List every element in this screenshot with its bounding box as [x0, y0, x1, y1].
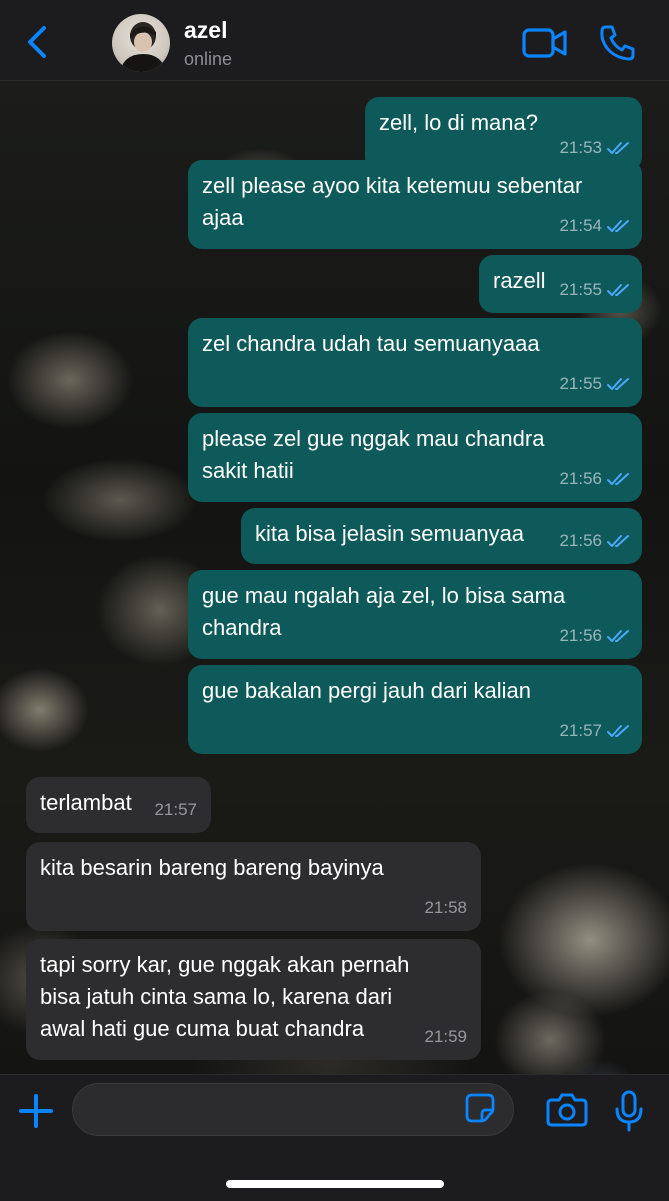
chat-header: azel online	[0, 0, 669, 81]
message-text: tapi sorry kar, gue nggak akan pernah bi…	[40, 952, 410, 1041]
attach-button[interactable]	[17, 1092, 55, 1130]
message-time: 21:57	[559, 721, 602, 740]
message-bubble-outgoing[interactable]: gue bakalan pergi jauh dari kalian 21:57	[188, 665, 642, 754]
read-receipt-icon	[607, 284, 629, 296]
back-button[interactable]	[22, 22, 54, 62]
message-time: 21:56	[559, 469, 602, 488]
plus-icon	[19, 1094, 53, 1128]
message-bubble-incoming[interactable]: terlambat 21:57	[26, 777, 211, 833]
video-camera-icon	[522, 28, 567, 58]
message-list[interactable]: zell, lo di mana? 21:53 zell please ayoo…	[0, 80, 669, 1074]
message-bubble-incoming[interactable]: kita besarin bareng bareng bayinya 21:58	[26, 842, 481, 931]
message-time: 21:55	[559, 374, 602, 393]
contact-name[interactable]: azel	[184, 17, 227, 44]
message-text: gue bakalan pergi jauh dari kalian	[202, 678, 532, 703]
camera-button[interactable]	[546, 1092, 588, 1128]
camera-icon	[546, 1093, 588, 1127]
voice-call-button[interactable]	[598, 24, 638, 62]
message-text: zel chandra udah tau semuanyaaa	[202, 331, 540, 356]
video-call-button[interactable]	[522, 26, 568, 60]
phone-icon	[600, 25, 635, 61]
message-time: 21:59	[424, 1027, 467, 1046]
read-receipt-icon	[607, 630, 629, 642]
message-bubble-outgoing[interactable]: please zel gue nggak mau chandra sakit h…	[188, 413, 642, 502]
message-time: 21:57	[154, 800, 197, 819]
message-bubble-incoming[interactable]: tapi sorry kar, gue nggak akan pernah bi…	[26, 939, 481, 1060]
read-receipt-icon	[607, 378, 629, 390]
read-receipt-icon	[607, 725, 629, 737]
message-bubble-outgoing[interactable]: gue mau ngalah aja zel, lo bisa sama cha…	[188, 570, 642, 659]
message-bubble-outgoing[interactable]: zell please ayoo kita ketemuu sebentar a…	[188, 160, 642, 249]
avatar[interactable]	[112, 14, 170, 72]
avatar-photo	[120, 22, 166, 72]
read-receipt-icon	[607, 473, 629, 485]
message-time: 21:54	[559, 216, 602, 235]
message-time: 21:56	[559, 531, 602, 550]
message-bubble-outgoing[interactable]: zel chandra udah tau semuanyaaa 21:55	[188, 318, 642, 407]
home-indicator[interactable]	[226, 1180, 444, 1188]
message-input[interactable]	[91, 1094, 465, 1128]
voice-message-button[interactable]	[614, 1089, 644, 1133]
message-input-bar	[0, 1074, 669, 1201]
read-receipt-icon	[607, 142, 629, 154]
read-receipt-icon	[607, 535, 629, 547]
chevron-left-icon	[28, 26, 46, 58]
contact-status: online	[184, 49, 233, 69]
message-time: 21:56	[559, 626, 602, 645]
message-bubble-outgoing[interactable]: razell 21:55	[479, 255, 642, 313]
microphone-icon	[615, 1090, 643, 1132]
message-field[interactable]	[72, 1083, 514, 1136]
sticker-button[interactable]	[464, 1092, 496, 1124]
message-time: 21:55	[559, 280, 602, 299]
sticker-icon	[465, 1093, 495, 1123]
message-bubble-outgoing[interactable]: kita bisa jelasin semuanyaa 21:56	[241, 508, 642, 564]
message-time: 21:58	[424, 898, 467, 917]
read-receipt-icon	[607, 220, 629, 232]
message-text: kita besarin bareng bareng bayinya	[40, 855, 384, 880]
